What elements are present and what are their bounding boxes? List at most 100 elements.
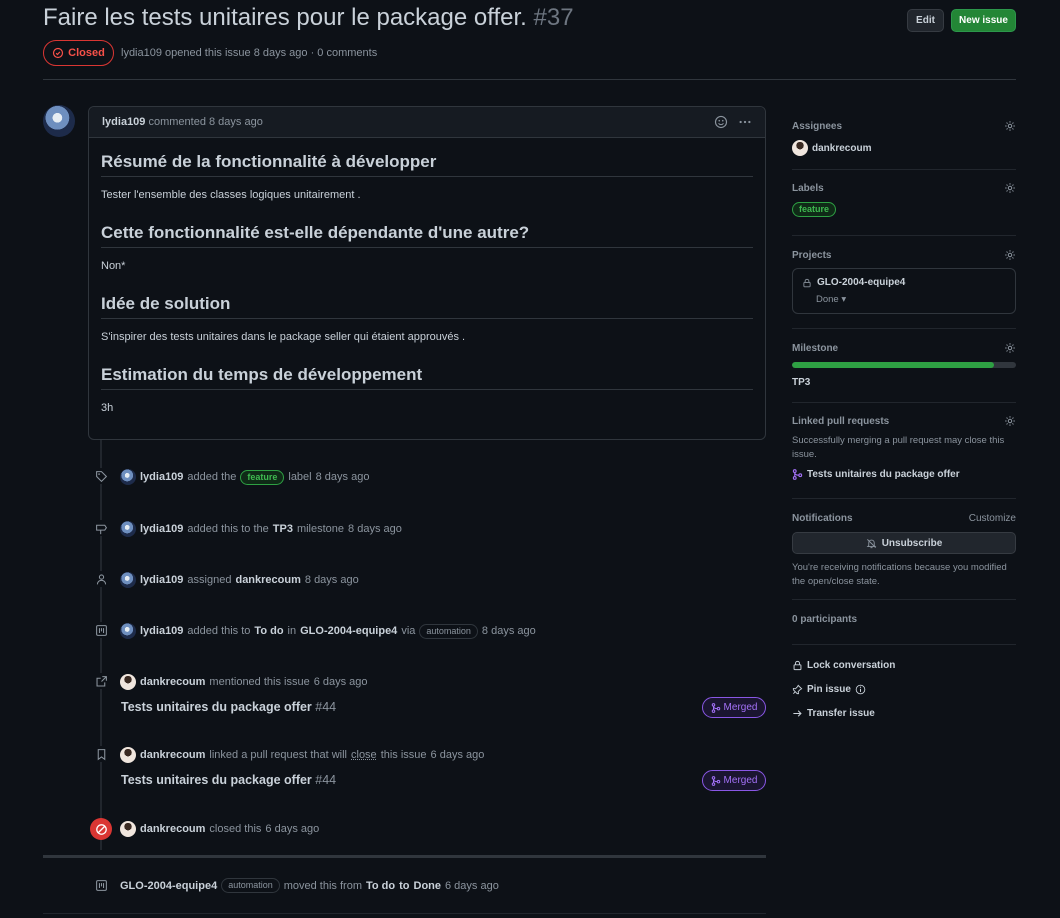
avatar[interactable] [120,469,136,485]
timeline-event-linked: dankrecoum linked a pull request that wi… [88,744,766,764]
customize-link[interactable]: Customize [969,513,1016,524]
lock-icon [803,278,811,287]
event-actor[interactable]: dankrecoum [140,676,205,688]
project-link[interactable]: GLO-2004-equipe4 [300,625,397,637]
event-time[interactable]: 6 days ago [431,749,485,761]
pull-request-reference[interactable]: Tests unitaires du package offer #44 Mer… [121,697,766,721]
pr-title[interactable]: Tests unitaires du package offer [121,700,312,714]
event-time[interactable]: 6 days ago [314,676,368,688]
event-time[interactable]: 6 days ago [265,823,319,835]
comment-box: lydia109 commented 8 days ago Résumé de … [88,106,766,440]
event-text: label [288,471,312,483]
event-actor[interactable]: lydia109 [140,471,183,483]
new-issue-button[interactable]: New issue [951,9,1016,32]
project-card[interactable]: GLO-2004-equipe4 Done ▾ [792,268,1016,314]
assignee-link[interactable]: dankrecoum [235,574,300,586]
avatar[interactable] [120,623,136,639]
linked-pr-title[interactable]: Tests unitaires du package offer [807,469,960,480]
unsubscribe-button[interactable]: Unsubscribe [792,532,1016,554]
avatar[interactable] [792,140,808,156]
linked-prs-heading[interactable]: Linked pull requests [792,416,889,427]
comment-time[interactable]: commented 8 days ago [148,116,262,128]
event-actor[interactable]: lydia109 [140,523,183,535]
gear-icon[interactable] [1004,120,1016,132]
avatar[interactable] [120,521,136,537]
unsubscribe-label: Unsubscribe [881,537,943,549]
column-link[interactable]: To do [254,625,283,637]
event-actor[interactable]: GLO-2004-equipe4 [120,880,217,892]
label-badge[interactable]: feature [792,202,837,217]
timeline-divider [43,855,766,858]
section-heading: Cette fonctionnalité est-elle dépendante… [101,223,753,248]
milestone-heading[interactable]: Milestone [792,343,838,354]
event-text: assigned [187,574,232,586]
avatar[interactable] [43,105,75,137]
person-icon [93,571,109,587]
edit-button[interactable]: Edit [907,9,944,32]
event-actor[interactable]: dankrecoum [140,823,205,835]
pull-request-reference[interactable]: Tests unitaires du package offer #44 Mer… [121,770,766,794]
event-text: milestone [296,523,345,535]
smiley-icon[interactable] [714,115,728,129]
gear-icon[interactable] [1004,182,1016,194]
milestone-name[interactable]: TP3 [792,377,1016,388]
projects-heading[interactable]: Projects [792,250,831,261]
project-name[interactable]: GLO-2004-equipe4 [817,277,905,288]
event-text: closed this [209,823,262,835]
event-text: in [287,625,297,637]
sidebar-labels: Labels feature [792,182,1016,217]
event-time[interactable]: 8 days ago [482,625,536,637]
timeline-event-moved: GLO-2004-equipe4 automation moved this f… [88,875,766,895]
section-text: 3h [101,402,114,414]
merged-badge: Merged [702,770,766,791]
section-heading: Idée de solution [101,294,753,319]
lock-label: Lock conversation [807,660,896,671]
event-actor[interactable]: dankrecoum [140,749,205,761]
labels-heading[interactable]: Labels [792,183,824,194]
issue-meta: lydia109 opened this issue 8 days ago · … [121,47,377,59]
avatar[interactable] [120,747,136,763]
notifications-heading: Notifications [792,513,853,524]
comment-author[interactable]: lydia109 [102,116,145,128]
pr-title[interactable]: Tests unitaires du package offer [121,773,312,787]
sidebar-divider [792,235,1016,236]
project-status-dropdown[interactable]: Done ▾ [802,294,1006,305]
project-status: Done [816,294,839,305]
project-icon [93,877,109,893]
notifications-reason: You're receiving notifications because y… [792,562,1007,587]
event-actor[interactable]: lydia109 [140,625,183,637]
pin-issue-button[interactable]: Pin issue [792,684,1016,695]
event-time[interactable]: 8 days ago [316,471,370,483]
event-text: linked a pull request that will [209,749,347,761]
assignee-name[interactable]: dankrecoum [812,143,871,154]
bell-slash-icon [866,538,877,548]
assignees-heading[interactable]: Assignees [792,121,842,132]
gear-icon[interactable] [1004,249,1016,261]
transfer-label: Transfer issue [807,708,875,719]
more-options-icon[interactable] [738,115,752,129]
avatar[interactable] [120,821,136,837]
transfer-issue-button[interactable]: Transfer issue [792,708,1016,719]
event-time[interactable]: 8 days ago [305,574,359,586]
milestone-link[interactable]: TP3 [273,523,293,535]
event-actor[interactable]: lydia109 [140,574,183,586]
info-icon[interactable] [855,684,866,695]
header-divider [43,79,1016,80]
pin-icon [792,684,803,695]
event-time[interactable]: 8 days ago [348,523,402,535]
section-text: Non* [101,260,126,272]
gear-icon[interactable] [1004,342,1016,354]
author-link[interactable]: lydia109 [121,47,162,59]
lock-conversation-button[interactable]: Lock conversation [792,660,1016,671]
gear-icon[interactable] [1004,415,1016,427]
event-time[interactable]: 6 days ago [445,880,499,892]
sidebar-linked-prs: Linked pull requests Successfully mergin… [792,415,1016,480]
timeline-event-milestone: lydia109 added this to the TP3 milestone… [88,518,766,538]
avatar[interactable] [120,674,136,690]
milestone-progress-fill [792,362,994,368]
label-badge[interactable]: feature [240,469,285,485]
avatar[interactable] [120,572,136,588]
linked-prs-description: Successfully merging a pull request may … [792,435,1005,460]
linked-pr-link[interactable]: Tests unitaires du package offer [792,469,1016,480]
event-text: added the [187,471,237,483]
